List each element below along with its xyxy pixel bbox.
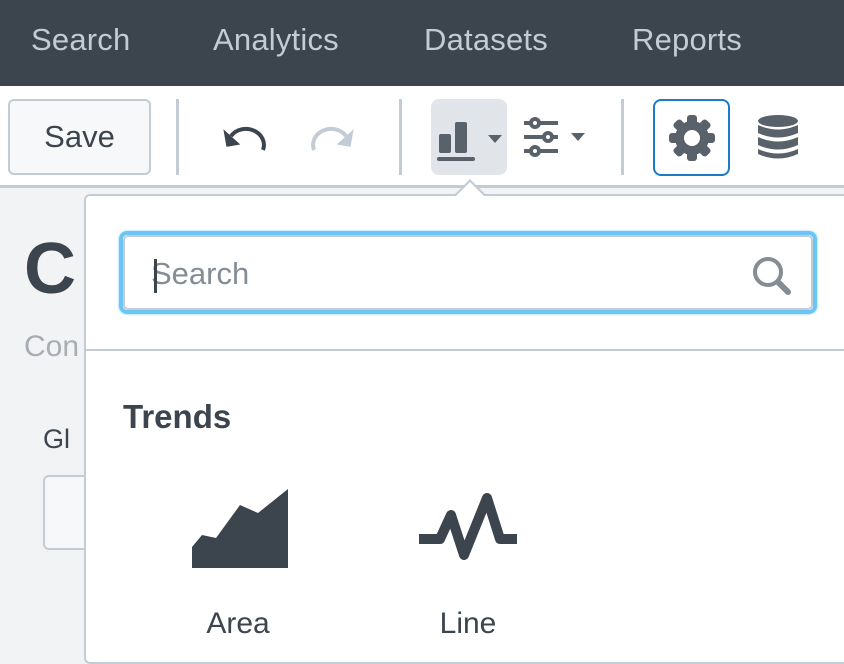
chevron-down-icon <box>571 133 585 141</box>
undo-button[interactable] <box>215 111 275 163</box>
chevron-down-icon <box>488 135 502 143</box>
nav-reports[interactable]: Reports <box>632 22 742 58</box>
nav-search[interactable]: Search <box>31 22 130 58</box>
editor-toolbar: Save <box>0 86 844 188</box>
toolbar-divider <box>399 99 402 175</box>
format-button[interactable] <box>518 111 590 163</box>
viz-option-line[interactable]: Line <box>393 478 543 655</box>
database-icon <box>758 115 798 159</box>
toolbar-divider <box>621 99 624 175</box>
gear-icon <box>668 114 715 161</box>
data-source-button[interactable] <box>752 111 804 163</box>
line-chart-icon <box>419 493 517 560</box>
bar-chart-icon <box>437 122 502 161</box>
viz-option-label: Line <box>439 607 497 640</box>
text-caret <box>154 259 157 293</box>
search-icon <box>753 257 791 295</box>
page-subtitle: Con <box>24 330 80 363</box>
undo-icon <box>223 126 266 151</box>
toolbar-divider <box>176 99 179 175</box>
settings-button[interactable] <box>653 99 730 176</box>
page-title: C <box>24 229 76 309</box>
viz-search-field[interactable] <box>119 231 817 314</box>
area-chart-icon <box>192 489 288 568</box>
viz-search-input[interactable] <box>151 249 731 299</box>
visualization-picker-button[interactable] <box>431 99 507 175</box>
nav-analytics[interactable]: Analytics <box>213 22 339 58</box>
field-label: Gl <box>43 424 70 454</box>
popover-divider <box>86 349 844 351</box>
section-title-trends: Trends <box>123 398 232 435</box>
nav-datasets[interactable]: Datasets <box>424 22 548 58</box>
top-navigation: Search Analytics Datasets Reports <box>0 0 844 86</box>
redo-icon <box>311 126 354 151</box>
viz-option-label: Area <box>206 607 270 640</box>
redo-button[interactable] <box>302 111 362 163</box>
sliders-icon <box>524 117 585 157</box>
save-button[interactable]: Save <box>8 99 151 175</box>
viz-option-area[interactable]: Area <box>163 478 313 655</box>
